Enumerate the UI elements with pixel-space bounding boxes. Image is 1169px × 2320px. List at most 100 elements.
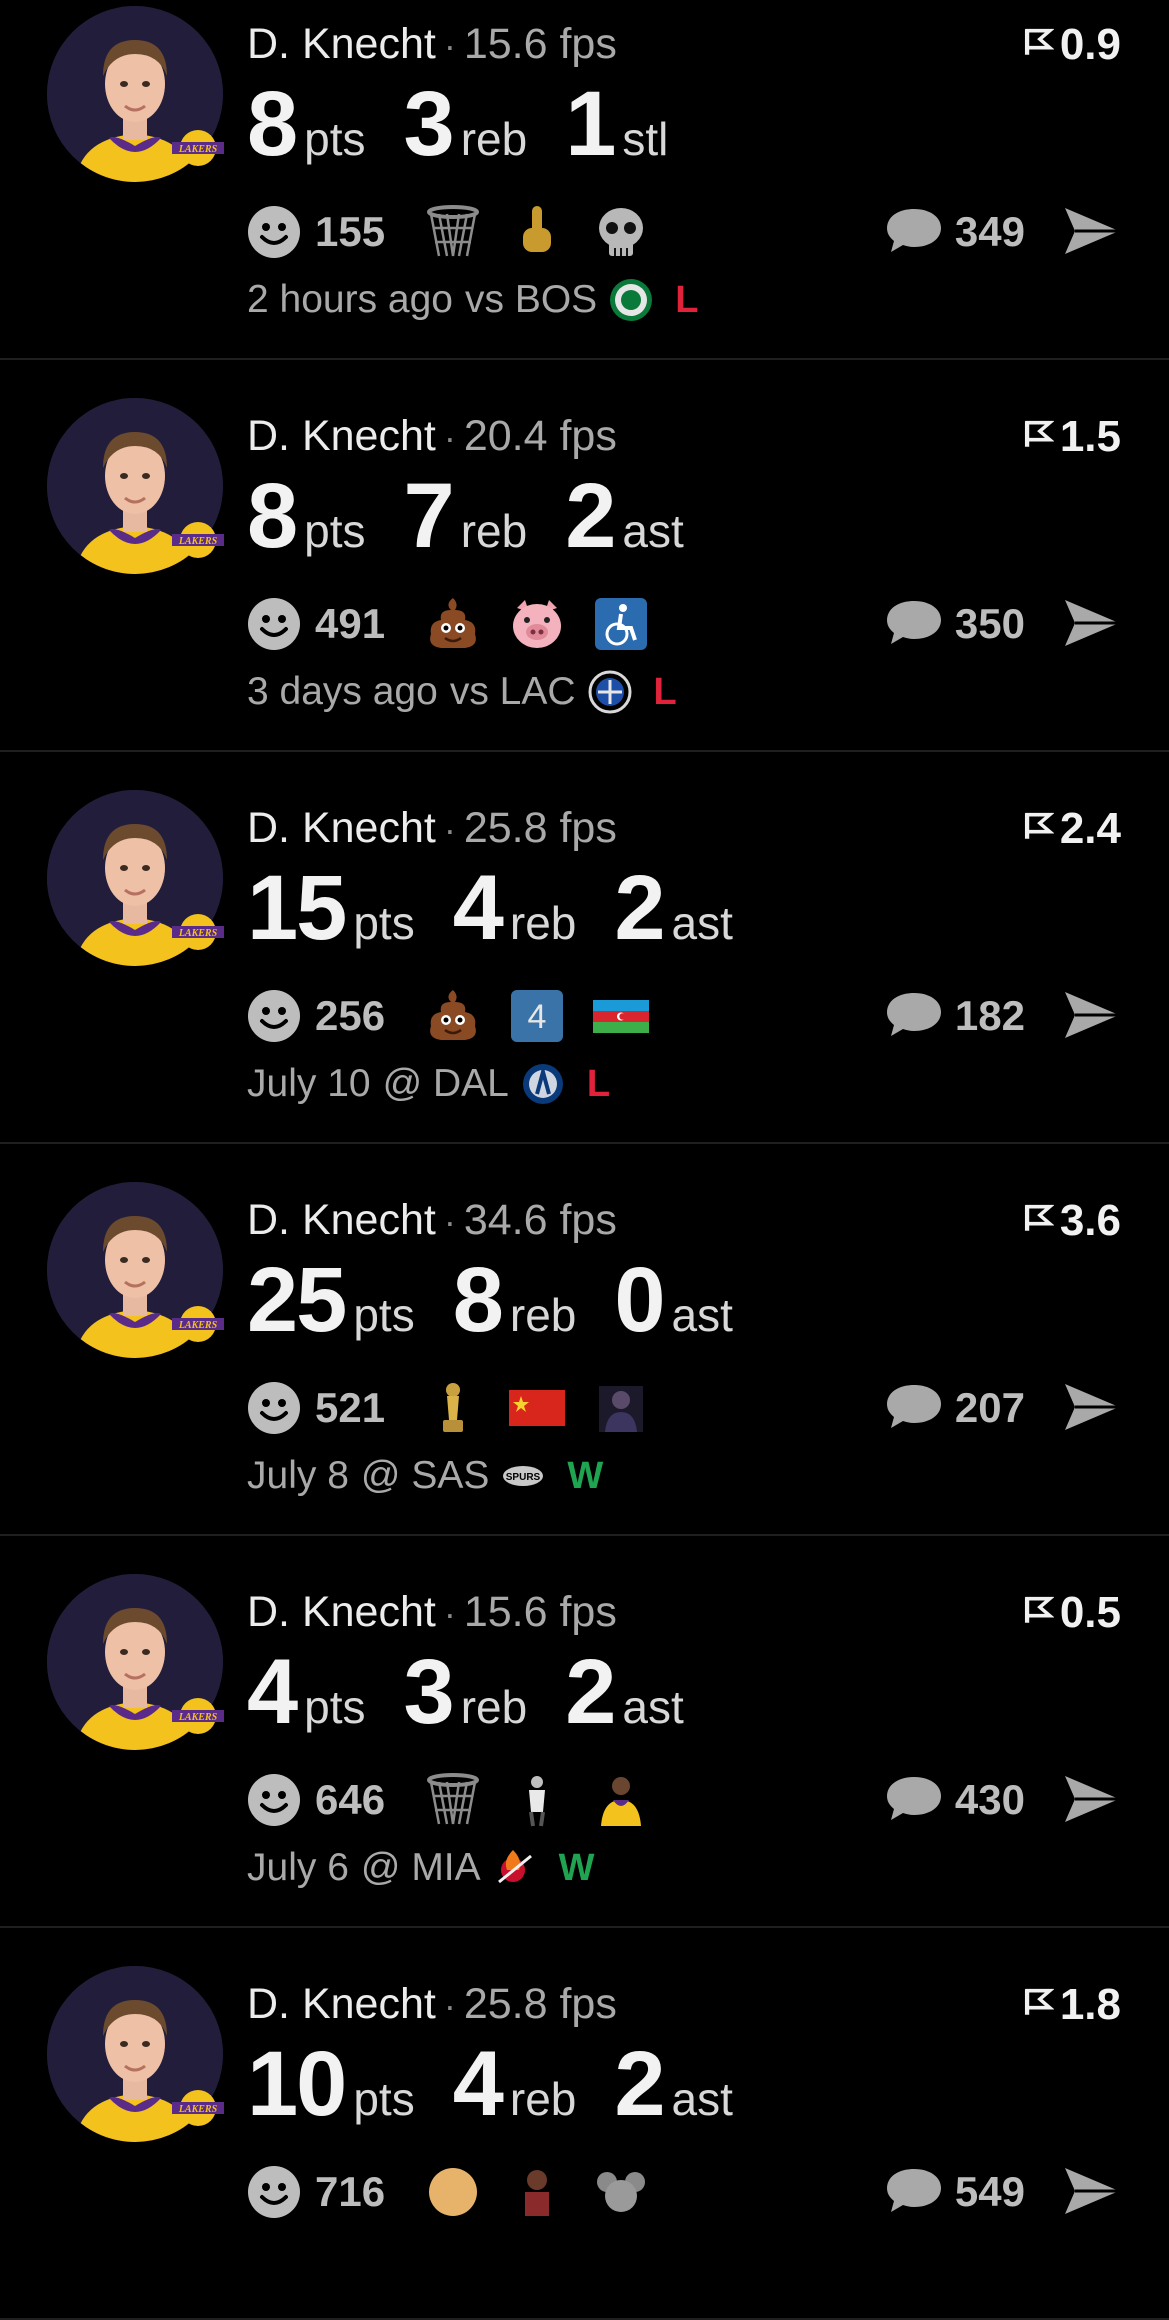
reaction-count: 155 xyxy=(315,208,386,255)
mavericks-logo-icon xyxy=(521,1062,565,1106)
middle-finger-icon[interactable] xyxy=(509,204,565,260)
comment-bubble-icon[interactable] xyxy=(885,205,943,260)
stat-unit: ast xyxy=(622,1681,684,1733)
svg-text:LAKERS: LAKERS xyxy=(178,144,218,155)
stat-unit: reb xyxy=(509,2073,577,2125)
comment-bubble-icon[interactable] xyxy=(885,1773,943,1828)
reaction-emojis xyxy=(425,1768,649,1832)
player-name[interactable]: D. Knecht xyxy=(247,412,436,460)
comment-bubble-icon[interactable] xyxy=(885,1381,943,1436)
reaction-button[interactable]: 256 xyxy=(247,984,385,1048)
comment-bubble-icon[interactable] xyxy=(885,597,943,652)
reaction-button[interactable]: 646 xyxy=(247,1768,385,1832)
heat-logo-icon xyxy=(493,1846,537,1890)
reaction-count: 521 xyxy=(315,1384,386,1431)
reaction-button[interactable]: 716 xyxy=(247,2160,385,2224)
separator: · xyxy=(443,1985,456,2026)
stat-ast: 2 ast xyxy=(565,464,684,569)
face-icon[interactable] xyxy=(425,2164,481,2220)
china-flag-icon[interactable] xyxy=(509,1380,565,1436)
fps-score: 20.4 fps xyxy=(463,412,617,460)
player-line: D. Knecht · 20.4 fps xyxy=(247,412,617,461)
stat-pts: 4 pts xyxy=(247,1640,366,1745)
post-card[interactable]: LAKERS D. Knecht · 20.4 fps 1.5 8 pts 7 reb 2 ast… xyxy=(0,360,1169,752)
trophy-icon[interactable] xyxy=(425,1380,481,1436)
basketball-hoop-icon[interactable] xyxy=(425,204,481,260)
stat-line: 8 pts 3 reb 1 stl xyxy=(247,72,706,177)
azerbaijan-flag-icon[interactable] xyxy=(593,988,649,1044)
stat-unit: reb xyxy=(460,113,528,165)
smile-icon[interactable] xyxy=(247,1381,301,1435)
player-name[interactable]: D. Knecht xyxy=(247,1196,436,1244)
stat-unit: ast xyxy=(622,505,684,557)
person-photo-icon[interactable] xyxy=(509,1772,565,1828)
smile-icon[interactable] xyxy=(247,1773,301,1827)
post-card[interactable]: LAKERS D. Knecht · 15.6 fps 0.9 8 pts 3 reb 1 stl… xyxy=(0,0,1169,360)
stat-value: 4 xyxy=(452,2033,504,2135)
stat-value: 25 xyxy=(247,1249,347,1351)
reaction-button[interactable]: 521 xyxy=(247,1376,385,1440)
stat-unit: pts xyxy=(353,897,415,949)
post-time: 3 days ago xyxy=(247,670,438,713)
stat-pts: 10 pts xyxy=(247,2032,415,2137)
player-name[interactable]: D. Knecht xyxy=(247,1980,436,2028)
stat-value: 1 xyxy=(565,73,616,175)
comments-button[interactable]: 350 xyxy=(885,592,1025,656)
wheelchair-icon[interactable] xyxy=(593,596,649,652)
person-icon[interactable] xyxy=(509,2164,565,2220)
comment-bubble-icon[interactable] xyxy=(885,989,943,1044)
player-photo-icon[interactable] xyxy=(593,1380,649,1436)
stat-reb: 4 reb xyxy=(453,2032,577,2137)
comment-count: 207 xyxy=(954,1384,1025,1431)
fps-score: 34.6 fps xyxy=(463,1196,617,1244)
poop-icon[interactable] xyxy=(425,596,481,652)
stat-value: 3 xyxy=(403,1641,455,1743)
post-card[interactable]: LAKERS D. Knecht · 34.6 fps 3.6 25 pts 8 reb 0 as… xyxy=(0,1144,1169,1536)
smile-icon[interactable] xyxy=(247,205,301,259)
share-icon[interactable] xyxy=(1063,596,1121,650)
lebron-photo-icon[interactable] xyxy=(593,1772,649,1828)
stat-unit: pts xyxy=(304,1681,366,1733)
comments-button[interactable]: 349 xyxy=(885,200,1025,264)
post-time: July 6 xyxy=(247,1846,349,1889)
keycap-4-icon[interactable]: 4 xyxy=(509,988,565,1044)
mouse-icon[interactable] xyxy=(593,2164,649,2220)
comments-button[interactable]: 182 xyxy=(885,984,1025,1048)
reaction-button[interactable]: 155 xyxy=(247,200,385,264)
svg-text:SPURS: SPURS xyxy=(506,1472,541,1483)
share-icon[interactable] xyxy=(1063,204,1121,258)
poop-icon[interactable] xyxy=(425,988,481,1044)
rating: 3.6 xyxy=(1020,1196,1121,1246)
stat-reb: 4 reb xyxy=(453,856,577,961)
comments-button[interactable]: 207 xyxy=(885,1376,1025,1440)
comment-count: 182 xyxy=(954,992,1025,1039)
comment-bubble-icon[interactable] xyxy=(885,2165,943,2220)
stat-line: 8 pts 7 reb 2 ast xyxy=(247,464,722,569)
rating-flag-icon xyxy=(1020,1196,1055,1246)
rating: 0.5 xyxy=(1020,1588,1121,1638)
share-icon[interactable] xyxy=(1063,1380,1121,1434)
skull-icon[interactable] xyxy=(593,204,649,260)
player-name[interactable]: D. Knecht xyxy=(247,20,436,68)
smile-icon[interactable] xyxy=(247,989,301,1043)
post-card[interactable]: LAKERS D. Knecht · 25.8 fps 1.8 10 pts 4 reb 2 as… xyxy=(0,1928,1169,2320)
stat-unit: pts xyxy=(304,505,366,557)
share-icon[interactable] xyxy=(1063,988,1121,1042)
pig-face-icon[interactable] xyxy=(509,596,565,652)
svg-text:LAKERS: LAKERS xyxy=(178,1712,218,1723)
post-card[interactable]: LAKERS D. Knecht · 25.8 fps 2.4 15 pts 4 reb 2 as… xyxy=(0,752,1169,1144)
player-name[interactable]: D. Knecht xyxy=(247,1588,436,1636)
stat-value: 3 xyxy=(403,73,455,175)
smile-icon[interactable] xyxy=(247,597,301,651)
comments-button[interactable]: 549 xyxy=(885,2160,1025,2224)
smile-icon[interactable] xyxy=(247,2165,301,2219)
reaction-button[interactable]: 491 xyxy=(247,592,385,656)
share-icon[interactable] xyxy=(1063,1772,1121,1826)
separator: · xyxy=(443,809,456,850)
share-icon[interactable] xyxy=(1063,2164,1121,2218)
post-card[interactable]: LAKERS D. Knecht · 15.6 fps 0.5 4 pts 3 reb 2 ast… xyxy=(0,1536,1169,1928)
comments-button[interactable]: 430 xyxy=(885,1768,1025,1832)
stat-value: 0 xyxy=(614,1249,665,1351)
player-name[interactable]: D. Knecht xyxy=(247,804,436,852)
basketball-hoop-icon[interactable] xyxy=(425,1772,481,1828)
